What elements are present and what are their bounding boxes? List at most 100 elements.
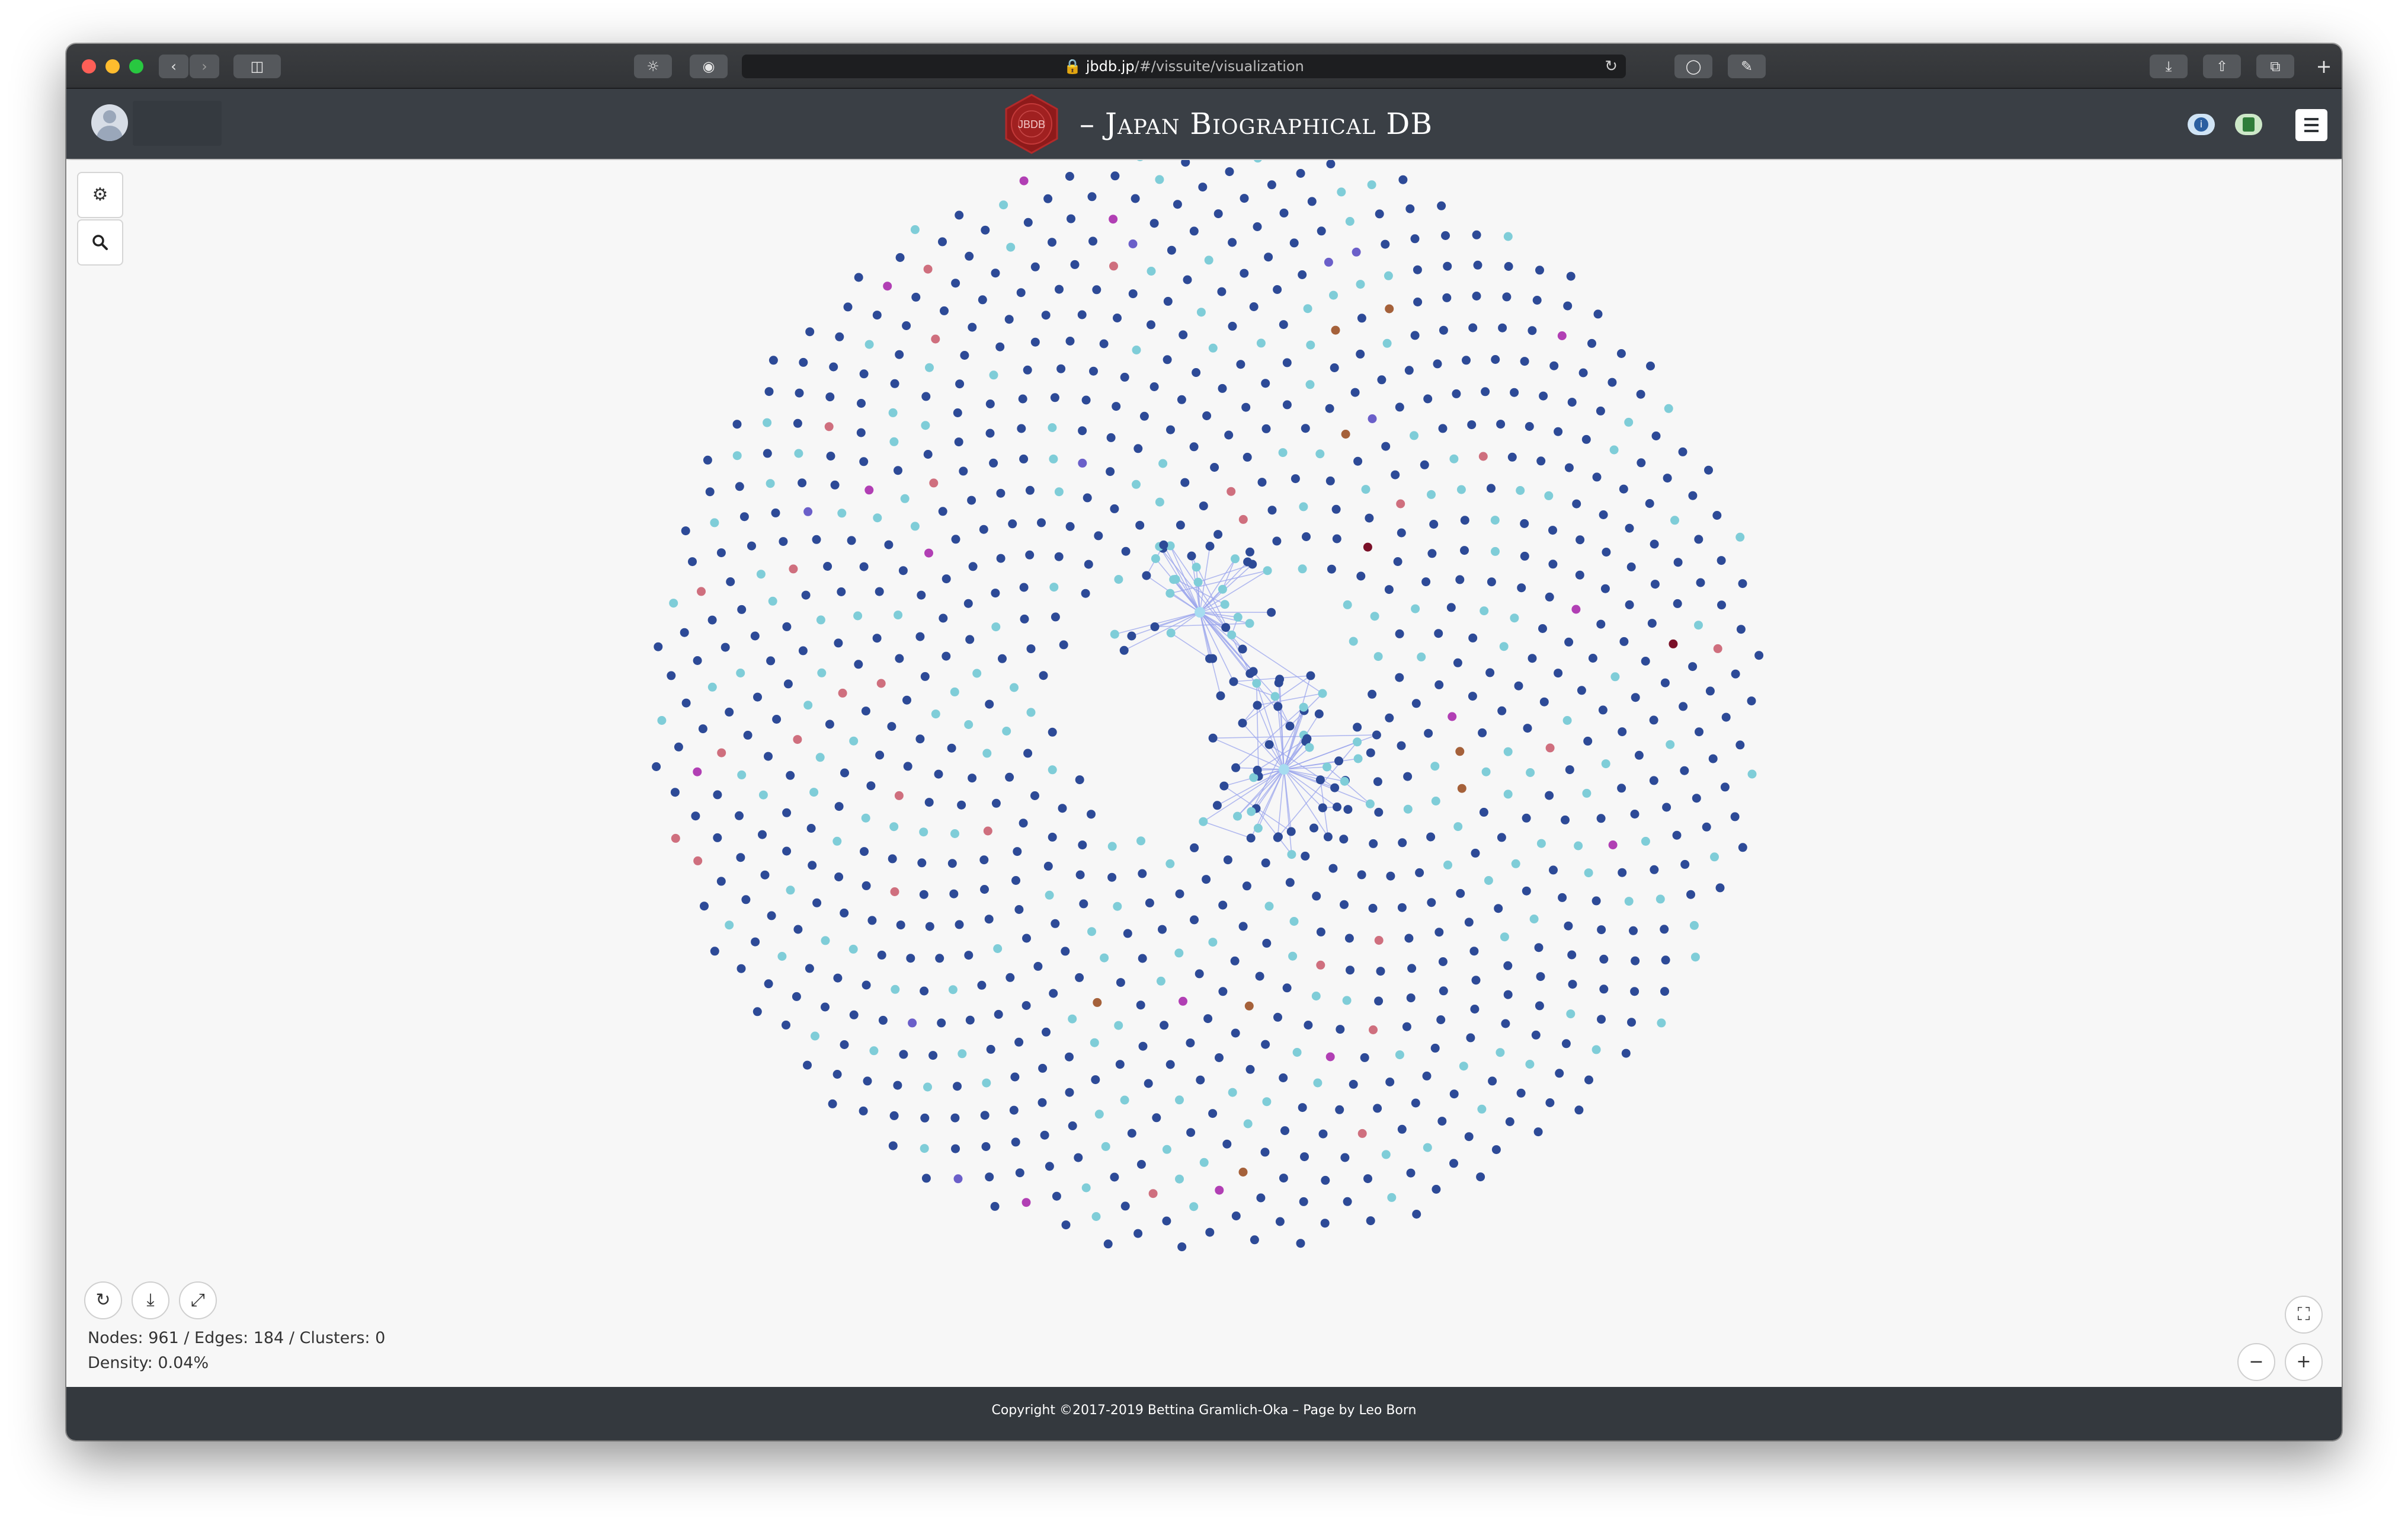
graph-node[interactable] (935, 954, 944, 963)
graph-node[interactable] (1571, 605, 1581, 614)
graph-node[interactable] (1223, 855, 1232, 865)
graph-node[interactable] (1110, 629, 1119, 639)
graph-node[interactable] (1381, 239, 1390, 249)
graph-node[interactable] (1301, 424, 1310, 433)
graph-node[interactable] (1106, 433, 1116, 442)
graph-node[interactable] (942, 574, 951, 584)
graph-node[interactable] (1142, 571, 1151, 580)
graph-node[interactable] (721, 642, 730, 652)
graph-node[interactable] (1213, 209, 1223, 219)
graph-node[interactable] (1260, 1147, 1270, 1157)
graph-node[interactable] (824, 422, 834, 431)
graph-node[interactable] (1496, 1048, 1505, 1057)
graph-node[interactable] (1350, 388, 1360, 397)
graph-node[interactable] (1231, 554, 1240, 564)
graph-node[interactable] (1599, 984, 1609, 994)
graph-node[interactable] (1548, 526, 1557, 535)
graph-node[interactable] (838, 688, 847, 698)
graph-node[interactable] (1627, 1018, 1636, 1027)
graph-node[interactable] (1236, 360, 1245, 369)
graph-node[interactable] (1562, 716, 1572, 725)
graph-node[interactable] (1303, 304, 1312, 314)
graph-node[interactable] (890, 379, 899, 388)
graph-node[interactable] (763, 449, 772, 458)
settings-button[interactable]: ⚙ (77, 172, 123, 218)
graph-node[interactable] (1110, 1172, 1119, 1182)
graph-node[interactable] (1052, 1191, 1061, 1201)
graph-node[interactable] (883, 282, 892, 291)
graph-node[interactable] (1177, 395, 1186, 404)
graph-node[interactable] (1636, 389, 1645, 399)
graph-node[interactable] (1279, 1073, 1288, 1082)
graph-node[interactable] (1577, 686, 1586, 695)
graph-node[interactable] (924, 548, 933, 558)
graph-node[interactable] (767, 911, 776, 920)
graph-node[interactable] (1417, 652, 1426, 661)
graph-node[interactable] (1055, 284, 1064, 294)
graph-node[interactable] (667, 671, 676, 680)
graph-node[interactable] (923, 450, 933, 459)
graph-node[interactable] (1520, 357, 1529, 366)
graph-node[interactable] (1298, 270, 1307, 279)
graph-node[interactable] (1262, 938, 1272, 948)
graph-node[interactable] (1692, 794, 1701, 803)
graph-node[interactable] (840, 768, 849, 778)
sidebar-toggle-button[interactable]: ◫ (233, 55, 281, 78)
graph-node[interactable] (758, 790, 768, 800)
graph-node[interactable] (1619, 637, 1629, 646)
graph-node[interactable] (798, 478, 807, 488)
graph-node[interactable] (707, 682, 717, 692)
graph-node[interactable] (1365, 799, 1375, 808)
graph-node[interactable] (1151, 554, 1160, 563)
graph-node[interactable] (1545, 791, 1554, 800)
graph-node[interactable] (1169, 575, 1179, 584)
graph-node[interactable] (1253, 160, 1262, 163)
graph-node[interactable] (921, 421, 930, 430)
graph-node[interactable] (1712, 511, 1722, 520)
graph-node[interactable] (972, 669, 982, 678)
graph-node[interactable] (1410, 431, 1418, 440)
graph-node[interactable] (1411, 699, 1421, 708)
graph-node[interactable] (940, 306, 949, 315)
graph-node[interactable] (1156, 976, 1165, 986)
graph-node[interactable] (1120, 1095, 1129, 1105)
graph-node[interactable] (1460, 546, 1469, 555)
graph-node[interactable] (1087, 810, 1096, 819)
graph-node[interactable] (899, 1050, 908, 1059)
fit-screen-button[interactable]: ⛶ (2285, 1296, 2323, 1334)
graph-node[interactable] (1296, 169, 1305, 178)
graph-node[interactable] (1175, 1174, 1184, 1184)
graph-node[interactable] (989, 370, 998, 380)
graph-node[interactable] (1516, 1088, 1526, 1098)
book-icon[interactable] (2235, 114, 2262, 135)
graph-node[interactable] (965, 1015, 975, 1025)
graph-node[interactable] (803, 507, 813, 516)
graph-node[interactable] (1624, 897, 1634, 906)
graph-node[interactable] (1592, 472, 1602, 482)
graph-node[interactable] (853, 611, 863, 621)
graph-node[interactable] (919, 827, 928, 837)
graph-node[interactable] (777, 952, 787, 961)
graph-node[interactable] (1103, 1239, 1113, 1249)
graph-node[interactable] (1498, 323, 1507, 333)
graph-node[interactable] (1582, 788, 1592, 798)
graph-node[interactable] (1366, 748, 1375, 757)
graph-node[interactable] (1370, 612, 1379, 621)
graph-node[interactable] (1302, 532, 1311, 541)
graph-node[interactable] (1228, 321, 1237, 331)
graph-node[interactable] (1341, 430, 1350, 439)
graph-node[interactable] (1673, 558, 1683, 567)
graph-node[interactable] (1229, 677, 1238, 686)
graph-node[interactable] (815, 753, 825, 762)
graph-node[interactable] (1202, 411, 1212, 420)
graph-node[interactable] (1736, 625, 1746, 634)
graph-node[interactable] (705, 487, 715, 497)
graph-node[interactable] (1441, 231, 1450, 240)
graph-node[interactable] (1048, 765, 1057, 775)
graph-node[interactable] (920, 1113, 930, 1123)
menu-button[interactable] (2295, 109, 2327, 141)
graph-node[interactable] (1175, 889, 1184, 899)
graph-node[interactable] (1019, 176, 1029, 186)
graph-node[interactable] (1008, 519, 1017, 529)
graph-node[interactable] (982, 749, 992, 758)
